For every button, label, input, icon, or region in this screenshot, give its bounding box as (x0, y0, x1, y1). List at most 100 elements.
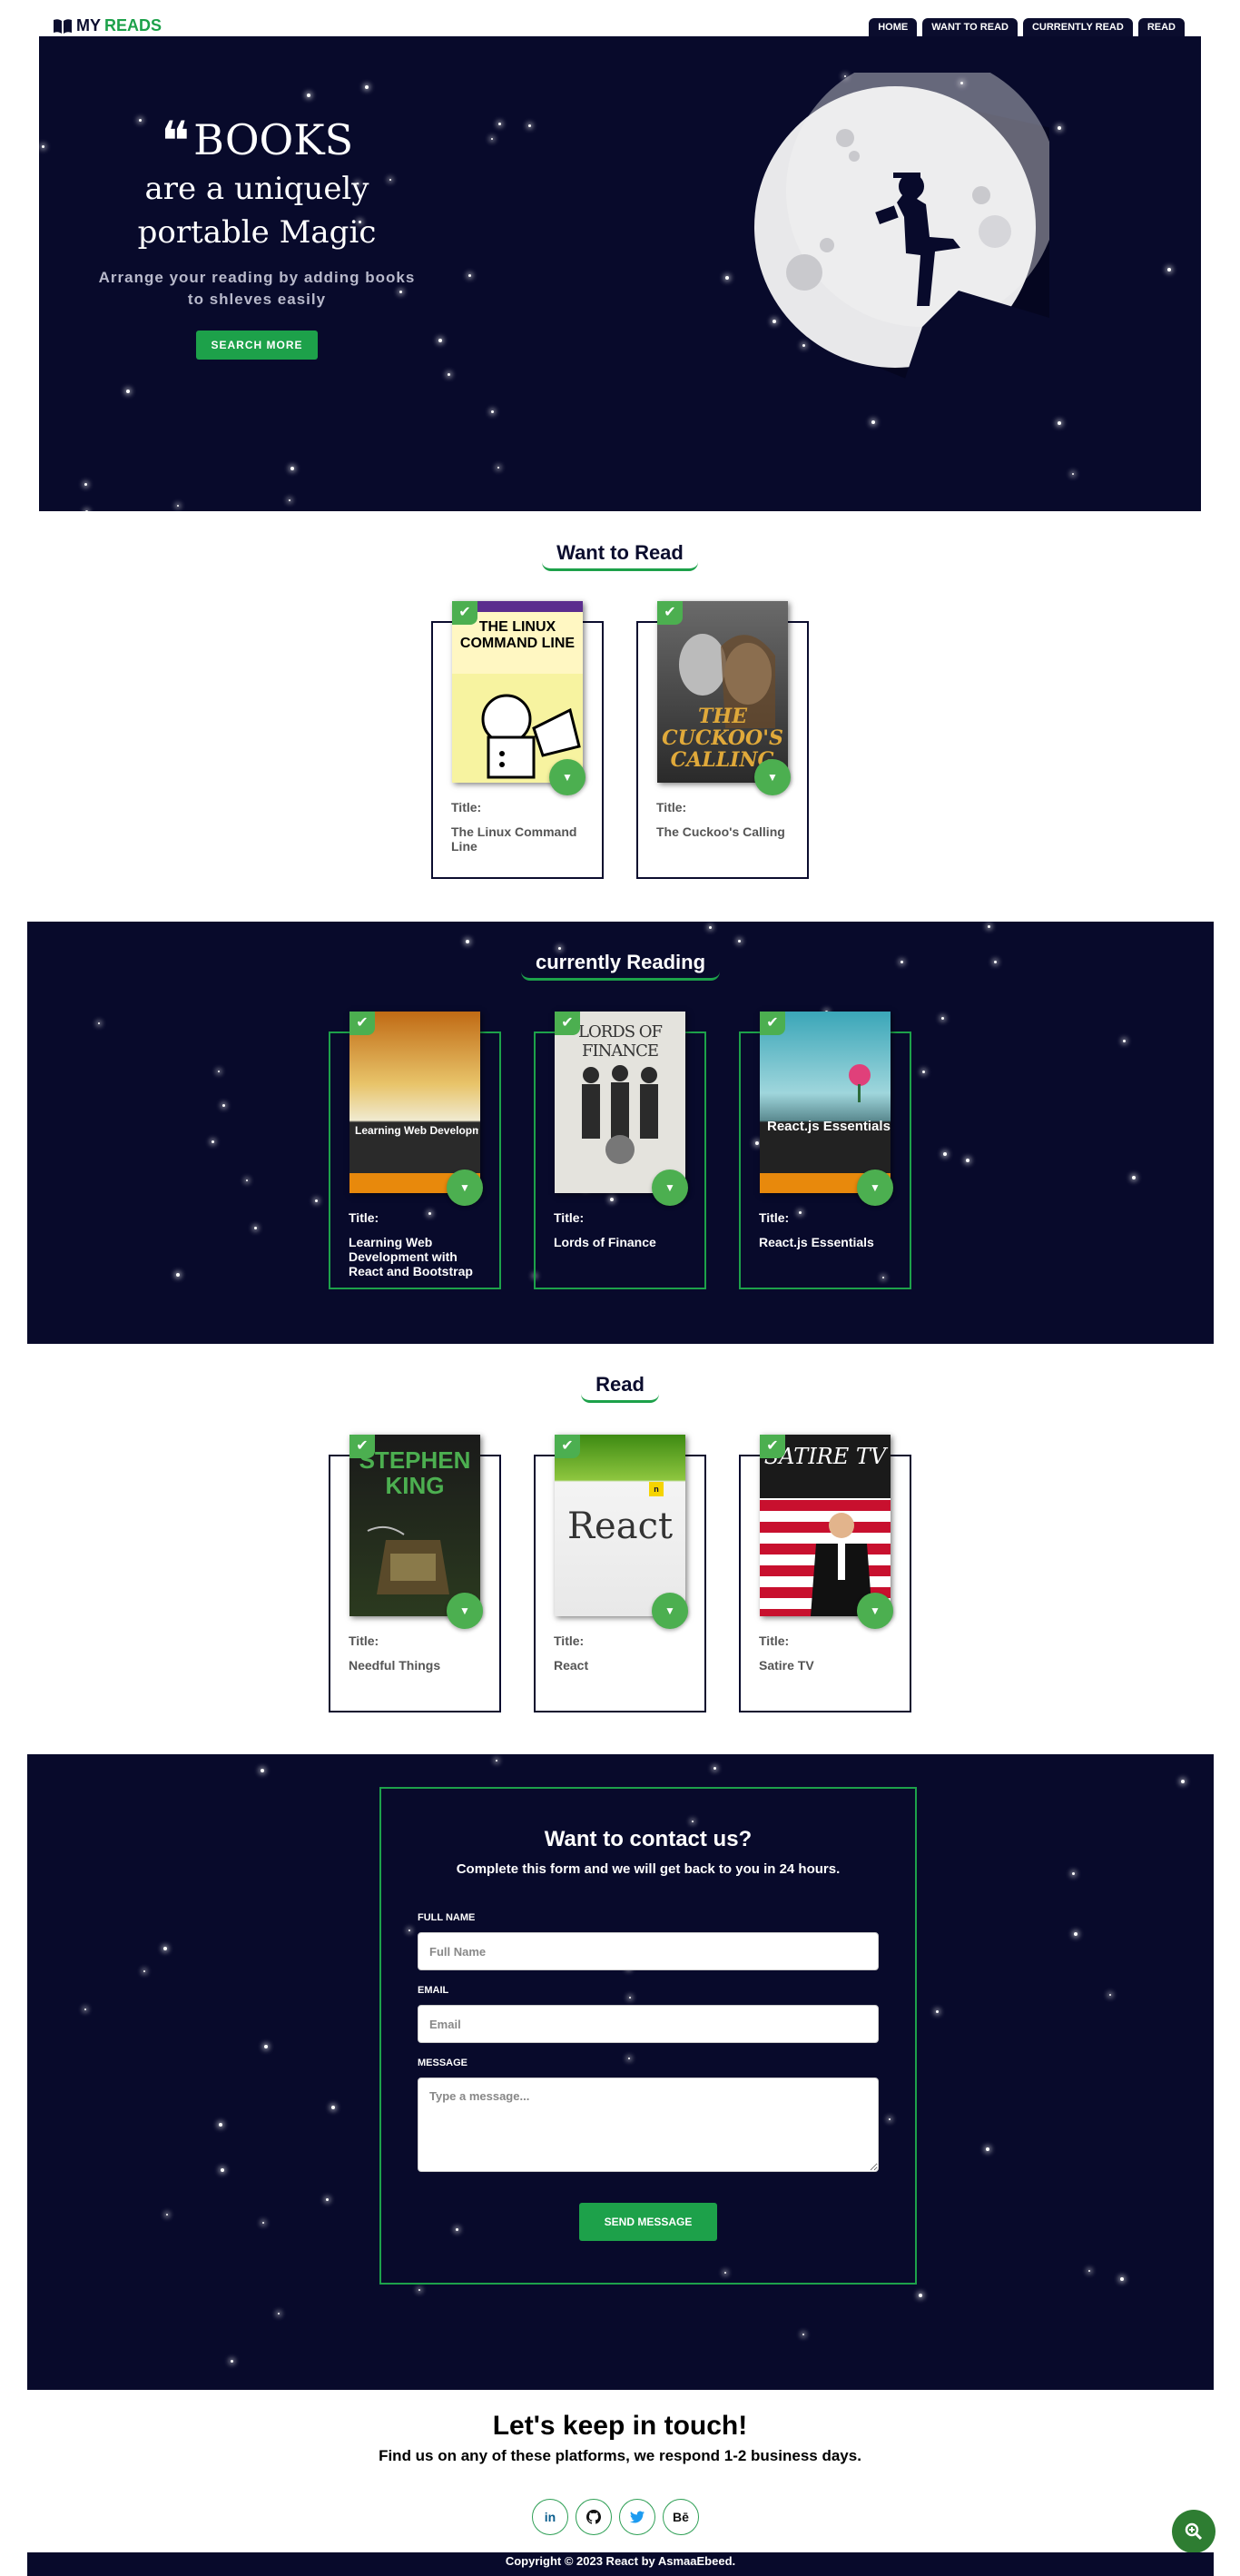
shelf-dropdown-button[interactable]: ▼ (447, 1593, 483, 1629)
star (212, 1140, 215, 1144)
check-icon: ✔ (349, 1012, 375, 1035)
shelf-dropdown-button[interactable]: ▼ (754, 759, 791, 795)
book-title: The Cuckoo's Calling (656, 824, 785, 839)
star (1074, 1932, 1078, 1937)
message-textarea[interactable] (418, 2078, 879, 2172)
hero-banner: ❝BOOKS are a uniquely portable Magic Arr… (39, 36, 1201, 511)
shelf-dropdown-button[interactable]: ▼ (857, 1593, 893, 1629)
cover-text: React (566, 1505, 674, 1547)
star (1123, 1040, 1127, 1043)
star (557, 947, 561, 951)
star (290, 467, 295, 471)
nav-home[interactable]: HOME (869, 18, 918, 36)
book-cover: THE CUCKOO'S CALLING ✔ (657, 601, 788, 783)
want-to-read-title: Want to Read (542, 541, 698, 571)
book-title: Lords of Finance (554, 1235, 656, 1249)
quote-icon: ❝ (160, 110, 191, 173)
book-cover: LORDS OF FINANCE ✔ (555, 1012, 685, 1193)
hero-title-text: BOOKS (193, 115, 354, 164)
cover-text: React.js Essentials (767, 1119, 891, 1134)
footer: Copyright © 2023 React by AsmaaEbeed. (27, 2552, 1214, 2576)
send-message-button[interactable]: SEND MESSAGE (579, 2203, 717, 2241)
book-title-label: Title: (759, 1633, 790, 1648)
star (98, 1022, 101, 1025)
book-card: THE LINUX COMMAND LINE ✔ ▼ Title: The Li… (431, 601, 604, 879)
github-icon[interactable] (576, 2499, 612, 2535)
shelf-dropdown-button[interactable]: ▼ (652, 1170, 688, 1206)
fullname-input[interactable] (418, 1932, 879, 1970)
star (940, 1017, 944, 1021)
star (231, 2360, 234, 2364)
shelf-dropdown-button[interactable]: ▼ (857, 1170, 893, 1206)
star (490, 410, 494, 414)
star (288, 498, 290, 501)
star (498, 123, 502, 126)
star (253, 1227, 257, 1230)
star (262, 2222, 265, 2224)
book-cover: STEPHEN KING ✔ (349, 1435, 480, 1616)
star (985, 2147, 989, 2152)
social-links: in Bē (532, 2499, 699, 2535)
star (935, 2009, 939, 2013)
star (438, 338, 442, 342)
shelf-dropdown-button[interactable]: ▼ (549, 759, 586, 795)
star (466, 939, 470, 943)
fullname-label: FULL NAME (418, 1912, 476, 1923)
star (709, 925, 713, 929)
behance-icon[interactable]: Bē (663, 2499, 699, 2535)
moon-reader-illustration (754, 73, 1049, 381)
book-cover: SATIRE TV ✔ (760, 1435, 891, 1616)
star (467, 273, 471, 277)
nav-want-to-read[interactable]: WANT TO READ (922, 18, 1018, 36)
star (965, 1159, 969, 1163)
book-title-label: Title: (451, 800, 482, 814)
currently-reading-heading: currently Reading (27, 951, 1214, 981)
check-icon: ✔ (657, 601, 683, 625)
star (222, 1104, 226, 1108)
star (175, 1273, 180, 1278)
check-icon: ✔ (452, 601, 477, 625)
email-input[interactable] (418, 2005, 879, 2043)
contact-subheading: Complete this form and we will get back … (456, 1861, 841, 1877)
book-card: React n ✔ ▼ Title: React (534, 1435, 706, 1712)
nav-read[interactable]: READ (1137, 18, 1185, 36)
shelf-dropdown-button[interactable]: ▼ (447, 1170, 483, 1206)
book-title: Learning Web Development with React and … (349, 1235, 473, 1278)
brand-logo[interactable]: MY READS (53, 16, 162, 35)
star (143, 1969, 145, 1972)
check-icon: ✔ (349, 1435, 375, 1458)
book-cover: React.js Essentials ✔ (760, 1012, 891, 1193)
star (1166, 267, 1171, 271)
linkedin-icon[interactable]: in (532, 2499, 568, 2535)
read-title: Read (581, 1373, 659, 1403)
book-title-label: Title: (349, 1633, 379, 1648)
star (165, 2214, 168, 2216)
nav-currently-read[interactable]: CURRENTLY READ (1022, 18, 1133, 36)
star (737, 940, 741, 943)
book-title: React.js Essentials (759, 1235, 874, 1249)
keep-in-touch-heading: Let's keep in touch! (492, 2411, 748, 2441)
search-more-button[interactable]: SEARCH MORE (196, 331, 318, 360)
star (84, 482, 88, 486)
book-icon (54, 18, 72, 34)
book-title-label: Title: (349, 1210, 379, 1225)
brand-reads: READS (104, 16, 162, 35)
shelf-dropdown-button[interactable]: ▼ (652, 1593, 688, 1629)
star (218, 2122, 222, 2127)
star (218, 1071, 221, 1073)
want-to-read-heading: Want to Read (0, 541, 1240, 571)
keep-in-touch-text: Find us on any of these platforms, we re… (379, 2447, 861, 2464)
book-title: Satire TV (759, 1658, 814, 1673)
book-title-label: Title: (554, 1210, 585, 1225)
book-card: LORDS OF FINANCE ✔ ▼ Title: Lords of Fin… (534, 1012, 706, 1289)
book-card: React.js Essentials ✔ ▼ Title: React.js … (739, 1012, 911, 1289)
book-title-label: Title: (554, 1633, 585, 1648)
star (527, 124, 531, 128)
star (724, 275, 729, 280)
search-fab-button[interactable] (1172, 2510, 1215, 2553)
hero-subtitle: are a uniquely portable Magic (137, 171, 377, 251)
star (921, 1071, 925, 1074)
star (713, 1767, 717, 1771)
twitter-icon[interactable] (619, 2499, 655, 2535)
book-title: Needful Things (349, 1658, 441, 1673)
